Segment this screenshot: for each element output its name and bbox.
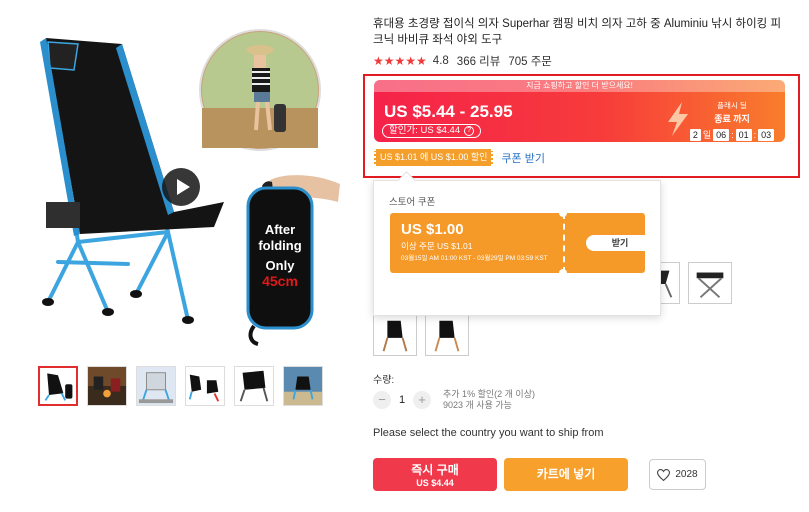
question-icon[interactable]: ? [464, 126, 475, 136]
coupon-tag[interactable]: US $1.01 에 US $1.00 할인 [374, 149, 494, 166]
video-play-button[interactable] [162, 168, 200, 206]
stock-available-note: 9023 개 사용 가능 [443, 400, 512, 410]
coupon-row: US $1.01 에 US $1.00 할인 쿠폰 받기 [374, 149, 545, 166]
discount-price-label: 할인가: US $4.44 [389, 125, 461, 136]
rating-value: 4.8 [432, 55, 449, 67]
shipping-note: Please select the country you want to sh… [373, 427, 604, 439]
promo-banner-text: 지금 쇼핑하고 할인 더 받으세요! [374, 80, 785, 92]
timer-separator: : [753, 129, 757, 140]
rating-row: ★★★★★ 4.8 366 리뷰 705 주문 [373, 53, 552, 69]
thumbnail-strip [38, 366, 323, 406]
thumbnail-3[interactable] [136, 366, 176, 406]
coupon-divider [563, 213, 565, 273]
wishlist-button[interactable]: 2028 [649, 459, 706, 490]
buy-now-price: US $4.44 [416, 478, 454, 488]
variant-option[interactable] [373, 314, 417, 356]
store-coupon-popup: 스토어 쿠폰 US $1.00 이상 주문 US $1.01 03월15일 AM… [373, 180, 661, 316]
review-count[interactable]: 366 리뷰 [457, 53, 501, 69]
countdown-sub: 종료 까지 [714, 114, 750, 124]
timer-separator: : [731, 129, 734, 140]
thumbnail-5[interactable] [234, 366, 274, 406]
folding-text-4: 45cm [262, 273, 298, 289]
price-banner: 지금 쇼핑하고 할인 더 받으세요! US $5.44 - 25.95 할인가:… [374, 80, 785, 142]
coupon-condition: 이상 주문 US $1.01 [401, 241, 473, 251]
add-to-cart-button[interactable]: 카트에 넣기 [504, 458, 628, 491]
bulk-discount-note: 추가 1% 할인(2 개 이상) [443, 389, 535, 399]
product-gallery: After folding Only 45cm [0, 0, 350, 512]
variant-option[interactable] [425, 314, 469, 356]
thumbnail-2[interactable] [87, 366, 127, 406]
popup-title: 스토어 쿠폰 [389, 197, 436, 208]
price-range: US $5.44 - 25.95 [384, 102, 513, 121]
buy-now-button[interactable]: 즉시 구매 US $4.44 [373, 458, 497, 491]
quantity-label: 수량: [373, 375, 395, 386]
timer-day-unit: 일 [702, 130, 712, 140]
coupon-amount: US $1.00 [401, 221, 464, 238]
quantity-plus-button[interactable]: + [413, 391, 431, 409]
get-coupon-link[interactable]: 쿠폰 받기 [501, 150, 545, 166]
thumbnail-4[interactable] [185, 366, 225, 406]
star-rating-icon: ★★★★★ [373, 54, 427, 68]
timer-seconds: 03 [758, 128, 775, 141]
quantity-value[interactable]: 1 [391, 394, 413, 406]
heart-icon [657, 468, 671, 481]
price-highlight-box: 지금 쇼핑하고 할인 더 받으세요! US $5.44 - 25.95 할인가:… [363, 74, 800, 178]
folding-text-1: After [265, 222, 295, 237]
quantity-stepper: − 1 + 추가 1% 할인(2 개 이상) 9023 개 사용 가능 [373, 389, 535, 411]
coupon-validity: 03월15일 AM 01:00 KST - 03월29일 PM 03:59 KS… [401, 255, 548, 262]
folding-text-3: Only [266, 258, 296, 273]
thumbnail-1[interactable] [38, 366, 78, 406]
wishlist-count: 2028 [675, 469, 698, 480]
play-icon [176, 179, 190, 195]
variant-option[interactable] [688, 262, 732, 304]
discount-price-pill: 할인가: US $4.44 ? [382, 124, 482, 138]
quantity-note: 추가 1% 할인(2 개 이상) 9023 개 사용 가능 [443, 389, 535, 411]
timer-days: 2 [689, 128, 701, 141]
folding-text-2: folding [258, 238, 301, 253]
thumbnail-6[interactable] [283, 366, 323, 406]
flash-deal-countdown: 플래시 딜 종료 까지 2 일 06 : 01 : 03 [682, 100, 782, 141]
timer-minutes: 01 [735, 128, 752, 141]
timer-hours: 06 [713, 128, 730, 141]
countdown-label: 플래시 딜 [717, 101, 747, 110]
order-count: 705 주문 [508, 56, 552, 68]
product-title: 휴대용 초경량 접이식 의자 Superhar 캠핑 비치 의자 고하 중 Al… [373, 18, 782, 46]
quantity-minus-button[interactable]: − [373, 391, 391, 409]
store-coupon-card: US $1.00 이상 주문 US $1.01 03월15일 AM 01:00 … [390, 213, 645, 273]
countdown-timer: 2 일 06 : 01 : 03 [682, 128, 782, 141]
buy-now-label: 즉시 구매 [411, 463, 459, 477]
claim-coupon-button[interactable]: 받기 [586, 235, 645, 251]
